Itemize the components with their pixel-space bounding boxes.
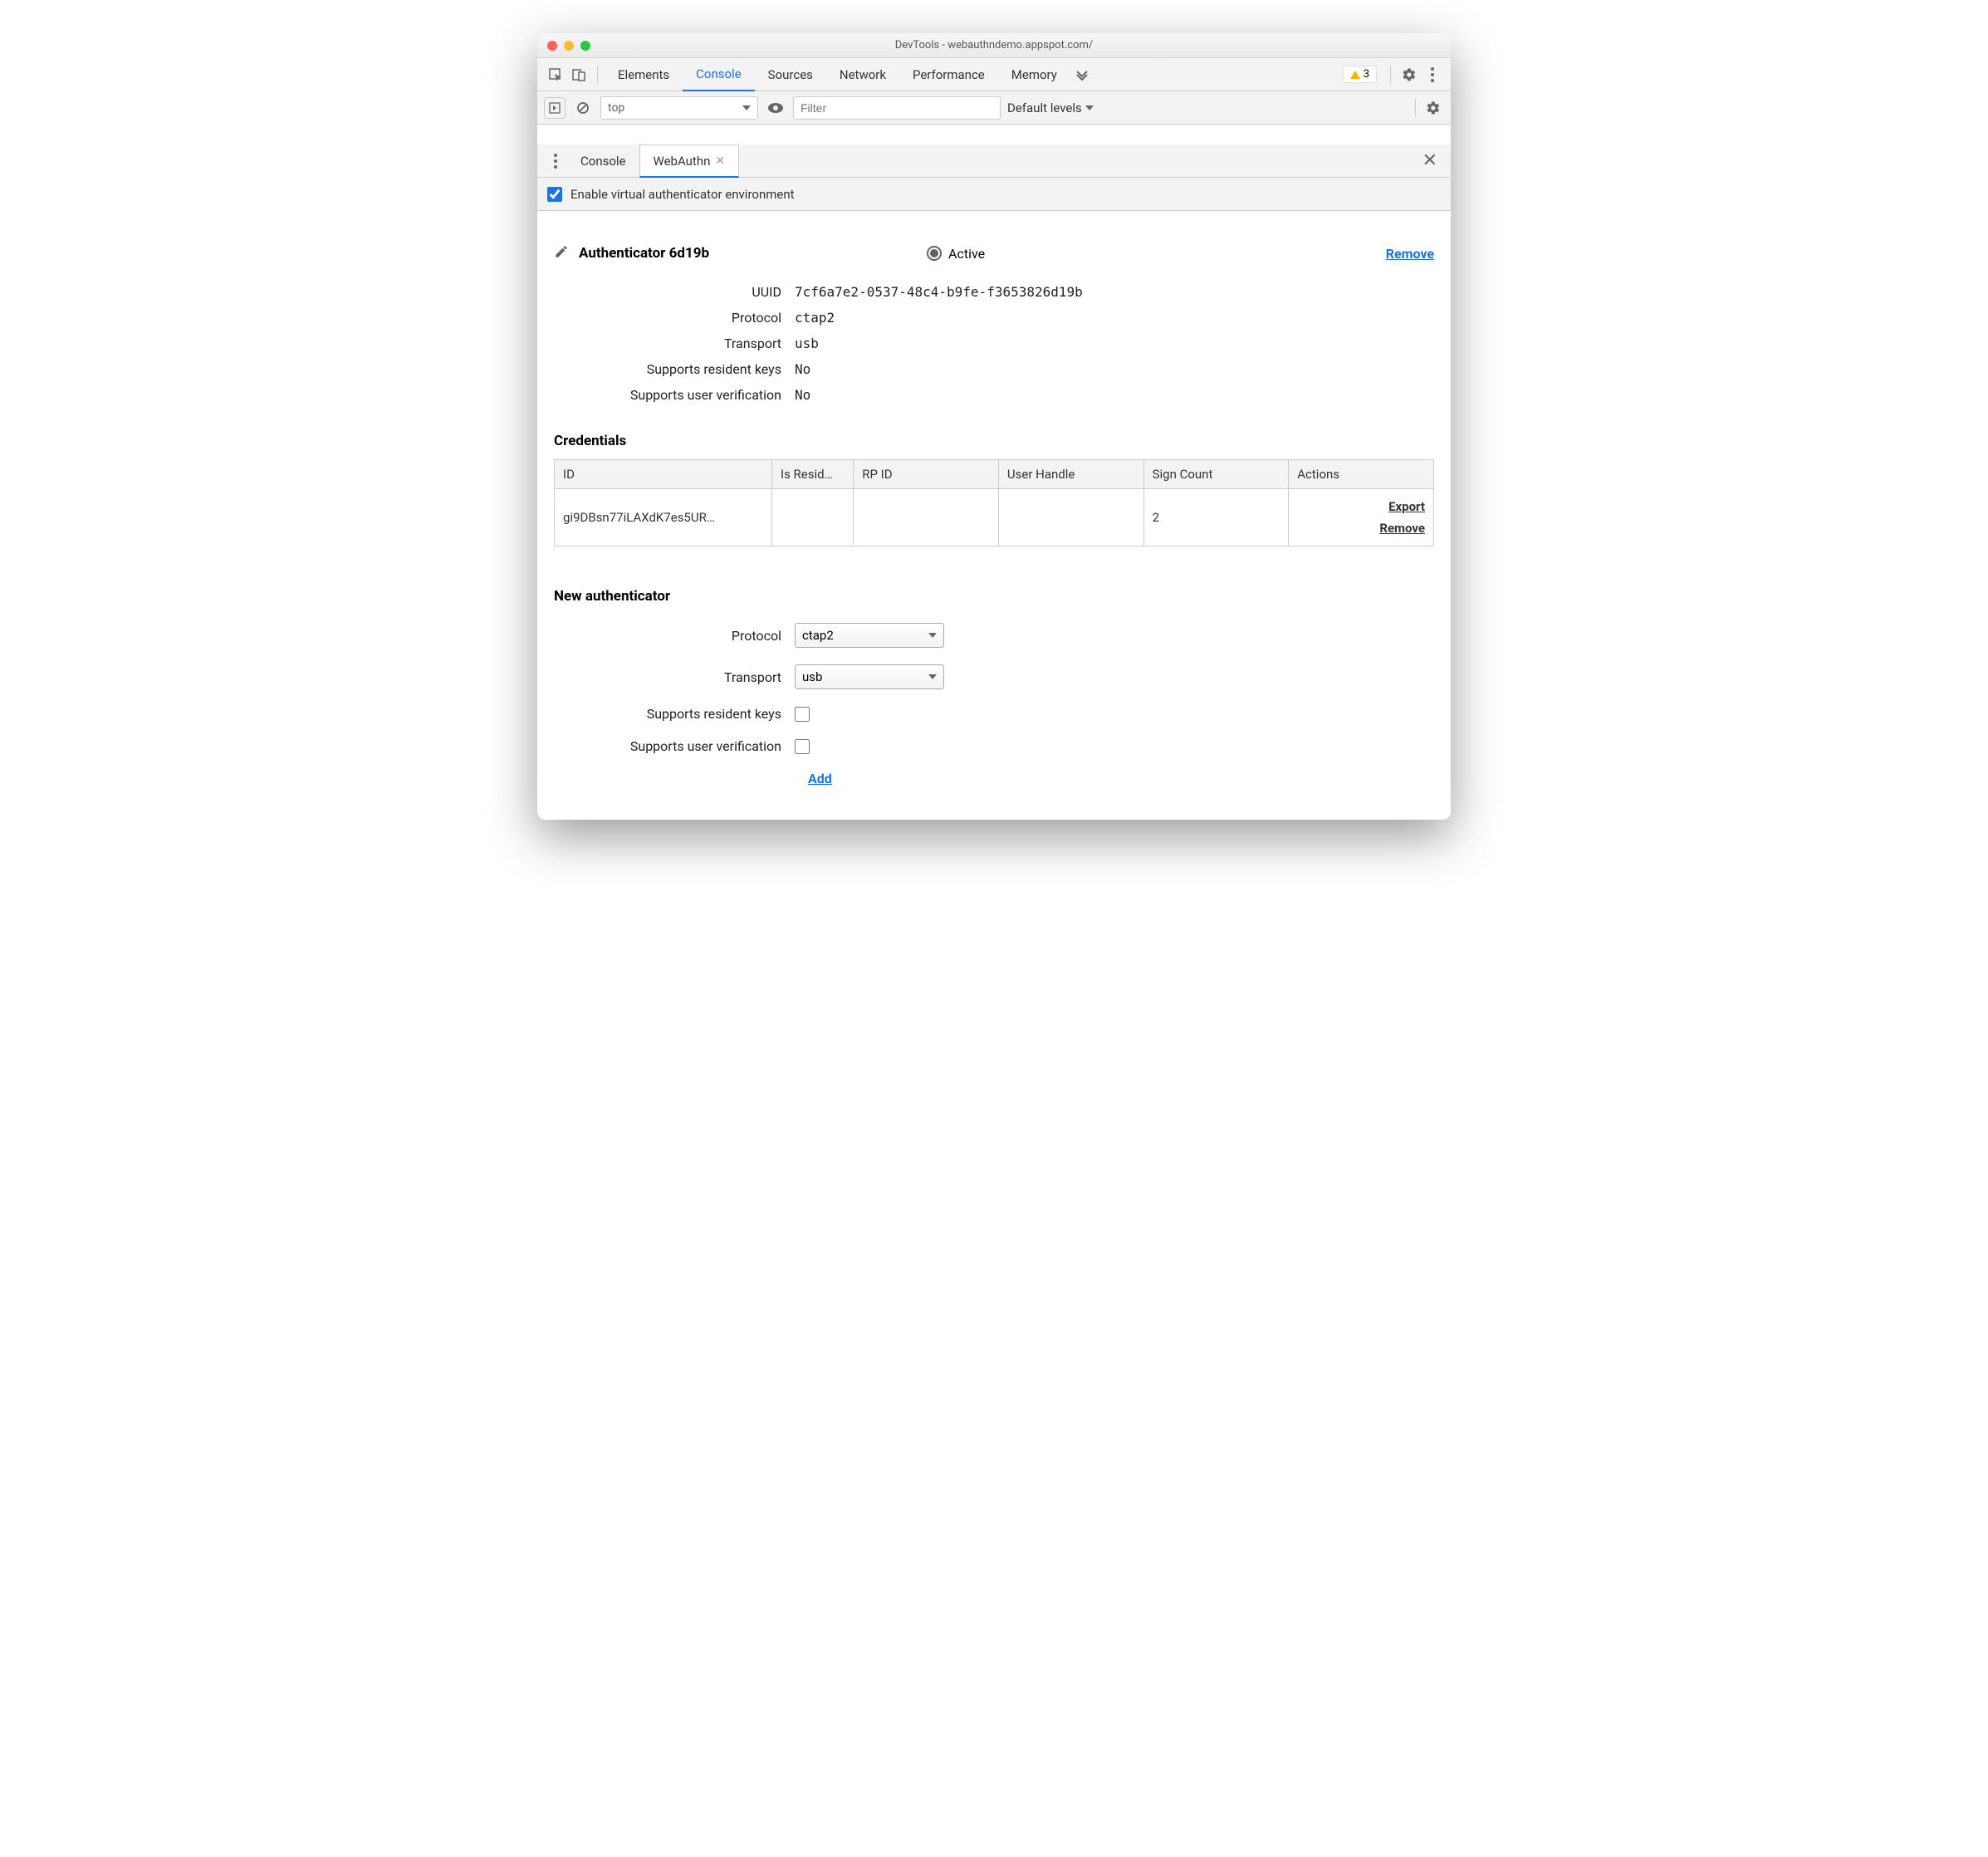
more-tabs-icon[interactable]: [1070, 63, 1094, 86]
authenticator-header: Authenticator 6d19b Active Remove: [554, 244, 1434, 262]
col-rp-id[interactable]: RP ID: [854, 460, 999, 489]
cell-actions: Export Remove: [1289, 489, 1434, 546]
transport-value: usb: [795, 336, 819, 351]
resident-keys-label: Supports resident keys: [554, 361, 795, 377]
live-expression-icon[interactable]: [765, 97, 786, 119]
active-radio[interactable]: Active: [927, 246, 985, 262]
enable-checkbox[interactable]: [547, 187, 562, 202]
new-resident-checkbox[interactable]: [795, 707, 810, 722]
uuid-value: 7cf6a7e2-0537-48c4-b9fe-f3653826d19b: [795, 284, 1083, 300]
remove-authenticator-link[interactable]: Remove: [1386, 246, 1434, 262]
new-authenticator-form: Protocol ctap2 Transport usb Supports re…: [554, 615, 1434, 795]
console-toolbar: top Default levels: [537, 91, 1451, 125]
enable-bar: Enable virtual authenticator environment: [537, 178, 1451, 211]
new-protocol-label: Protocol: [554, 628, 795, 644]
cell-id: gi9DBsn77iLAXdK7es5UR…: [555, 489, 772, 546]
tab-sources[interactable]: Sources: [755, 58, 826, 91]
protocol-value: ctap2: [795, 310, 835, 326]
tab-console[interactable]: Console: [683, 58, 755, 91]
chevron-down-icon: [928, 674, 937, 679]
window-title: DevTools - webauthndemo.appspot.com/: [537, 39, 1451, 51]
user-verification-value: No: [795, 387, 810, 403]
drawer-tab-webauthn[interactable]: WebAuthn ✕: [639, 145, 740, 178]
warnings-count: 3: [1364, 68, 1369, 81]
drawer-kebab-icon[interactable]: [544, 149, 567, 173]
new-protocol-select[interactable]: ctap2: [795, 623, 944, 648]
cell-sign-count: 2: [1143, 489, 1289, 546]
enable-label: Enable virtual authenticator environment: [570, 187, 795, 202]
chevron-down-icon: [1085, 105, 1094, 110]
log-levels-selector[interactable]: Default levels: [1007, 100, 1094, 115]
uuid-label: UUID: [554, 284, 795, 300]
active-label: Active: [948, 246, 985, 262]
toggle-sidebar-icon[interactable]: [544, 97, 566, 119]
col-sign-count[interactable]: Sign Count: [1143, 460, 1289, 489]
warning-icon: [1350, 71, 1360, 79]
drawer-tab-console[interactable]: Console: [567, 145, 639, 178]
col-id[interactable]: ID: [555, 460, 772, 489]
new-userverif-checkbox[interactable]: [795, 739, 810, 754]
new-transport-value: usb: [802, 669, 822, 684]
separator: [1390, 66, 1391, 84]
col-actions[interactable]: Actions: [1289, 460, 1434, 489]
remove-credential-link[interactable]: Remove: [1297, 517, 1425, 539]
chevron-down-icon: [742, 105, 751, 110]
new-protocol-value: ctap2: [802, 628, 834, 643]
drawer-tab-label: WebAuthn: [654, 154, 711, 169]
traffic-lights: [547, 41, 590, 51]
user-verification-label: Supports user verification: [554, 387, 795, 403]
chevron-down-icon: [928, 633, 937, 638]
credentials-title: Credentials: [554, 433, 1434, 449]
new-resident-label: Supports resident keys: [554, 706, 795, 722]
devtools-window: DevTools - webauthndemo.appspot.com/ Ele…: [537, 33, 1451, 820]
new-transport-label: Transport: [554, 669, 795, 685]
tab-network[interactable]: Network: [826, 58, 899, 91]
drawer-tabs: Console WebAuthn ✕ ✕: [537, 145, 1451, 178]
console-settings-icon[interactable]: [1422, 97, 1444, 119]
cell-rp-id: [854, 489, 999, 546]
authenticator-section: Authenticator 6d19b Active Remove UUID 7…: [554, 244, 1434, 408]
cell-is-resident: [772, 489, 854, 546]
webauthn-content: Authenticator 6d19b Active Remove UUID 7…: [537, 211, 1451, 820]
clear-console-icon[interactable]: [572, 97, 594, 119]
new-transport-select[interactable]: usb: [795, 664, 944, 689]
filter-input[interactable]: [793, 96, 1001, 120]
close-drawer-icon[interactable]: ✕: [1416, 150, 1444, 171]
credential-row: gi9DBsn77iLAXdK7es5UR… 2 Export Remove: [555, 489, 1434, 546]
edit-icon[interactable]: [554, 244, 569, 262]
tab-performance[interactable]: Performance: [899, 58, 998, 91]
add-authenticator-link[interactable]: Add: [808, 771, 832, 786]
col-is-resident[interactable]: Is Resid…: [772, 460, 854, 489]
cell-user-handle: [998, 489, 1143, 546]
separator: [1415, 99, 1416, 117]
minimize-window-button[interactable]: [564, 41, 574, 51]
settings-icon[interactable]: [1398, 63, 1421, 86]
authenticator-properties: UUID 7cf6a7e2-0537-48c4-b9fe-f3653826d19…: [554, 279, 1434, 408]
col-user-handle[interactable]: User Handle: [998, 460, 1143, 489]
radio-icon: [927, 246, 942, 261]
resident-keys-value: No: [795, 361, 810, 377]
tab-elements[interactable]: Elements: [605, 58, 683, 91]
device-toolbar-icon[interactable]: [567, 63, 590, 86]
transport-label: Transport: [554, 336, 795, 351]
credentials-table: ID Is Resid… RP ID User Handle Sign Coun…: [554, 459, 1434, 546]
context-selector[interactable]: top: [600, 96, 758, 120]
levels-label: Default levels: [1007, 100, 1082, 115]
new-userverif-label: Supports user verification: [554, 738, 795, 754]
kebab-menu-icon[interactable]: [1421, 63, 1444, 86]
context-value: top: [608, 101, 624, 115]
new-authenticator-title: New authenticator: [554, 588, 1434, 605]
close-tab-icon[interactable]: ✕: [715, 154, 725, 168]
maximize-window-button[interactable]: [580, 41, 590, 51]
tab-memory[interactable]: Memory: [998, 58, 1070, 91]
titlebar: DevTools - webauthndemo.appspot.com/: [537, 33, 1451, 58]
warnings-badge[interactable]: 3: [1343, 66, 1377, 83]
close-window-button[interactable]: [547, 41, 557, 51]
export-credential-link[interactable]: Export: [1297, 496, 1425, 517]
authenticator-name: Authenticator 6d19b: [579, 245, 709, 262]
protocol-label: Protocol: [554, 310, 795, 326]
main-tabs-bar: Elements Console Sources Network Perform…: [537, 58, 1451, 91]
inspect-element-icon[interactable]: [544, 63, 567, 86]
separator: [597, 66, 598, 84]
